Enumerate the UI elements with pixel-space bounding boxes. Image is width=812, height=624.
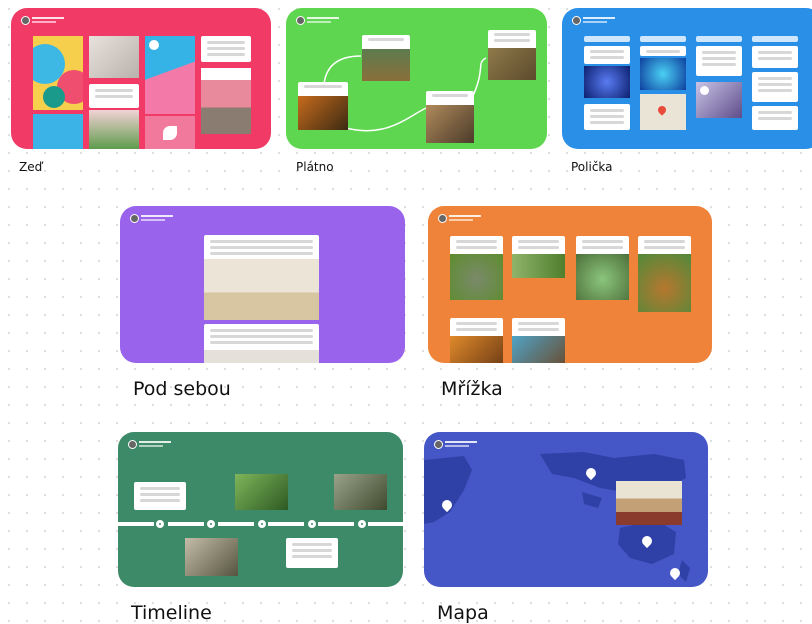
grid-post — [450, 236, 503, 300]
board-header — [128, 440, 172, 449]
shelf-column-header — [696, 36, 742, 42]
note-tile — [752, 106, 798, 130]
timeline-note — [286, 538, 338, 568]
layout-card-wall[interactable] — [11, 8, 271, 149]
map-tile — [640, 94, 686, 130]
stream-post — [204, 235, 319, 320]
layout-card-timeline[interactable] — [118, 432, 403, 587]
note-tile — [201, 36, 251, 62]
photo-tile — [201, 68, 251, 134]
shelf-column-header — [640, 36, 686, 42]
layout-label-stream: Pod sebou — [133, 378, 231, 400]
layout-card-stream[interactable] — [120, 206, 405, 363]
shelf-column-header — [752, 36, 798, 42]
photo-tile — [89, 36, 139, 78]
shelf-column-header — [584, 36, 630, 42]
map-photo — [616, 481, 682, 525]
canvas-post — [298, 82, 348, 130]
layout-card-map[interactable] — [424, 432, 708, 587]
note-tile — [584, 46, 630, 64]
timeline-photo — [235, 474, 288, 510]
video-tile — [145, 36, 195, 114]
grid-post — [450, 318, 503, 363]
map-pin-icon — [583, 465, 599, 482]
layout-label-wall: Zeď — [19, 160, 43, 174]
layout-label-grid: Mřížka — [441, 378, 503, 400]
grid-post — [576, 236, 629, 300]
timeline-marker — [205, 518, 217, 530]
canvas-post — [426, 91, 474, 143]
avatar-icon — [21, 16, 30, 25]
board-header — [572, 16, 616, 25]
timeline-note — [134, 482, 186, 510]
note-tile — [640, 46, 686, 56]
board-header — [21, 16, 65, 25]
logo-tile — [145, 116, 195, 149]
layout-card-canvas[interactable] — [286, 8, 547, 149]
pattern-tile — [33, 36, 83, 110]
color-tile — [33, 114, 83, 149]
layout-label-map: Mapa — [437, 602, 489, 624]
avatar-icon — [438, 214, 447, 223]
note-tile — [752, 46, 798, 68]
grid-post — [512, 318, 565, 363]
note-tile — [696, 46, 742, 76]
map-pin-icon — [656, 104, 668, 116]
layout-label-shelf: Polička — [571, 160, 613, 174]
video-tile — [696, 82, 742, 118]
layout-label-canvas: Plátno — [296, 160, 334, 174]
grid-post — [638, 236, 691, 312]
board-header — [130, 214, 174, 223]
timeline-photo — [185, 538, 238, 576]
board-header — [438, 214, 482, 223]
map-pin-icon — [639, 533, 655, 550]
layout-card-grid[interactable] — [428, 206, 712, 363]
layout-label-timeline: Timeline — [131, 602, 212, 624]
canvas-post — [362, 35, 410, 81]
grid-post — [512, 236, 565, 278]
avatar-icon — [130, 214, 139, 223]
play-icon — [149, 40, 159, 50]
layout-card-shelf[interactable] — [562, 8, 812, 149]
note-tile — [752, 72, 798, 102]
note-tile — [89, 84, 139, 108]
timeline-marker — [256, 518, 268, 530]
avatar-icon — [572, 16, 581, 25]
note-tile — [584, 104, 630, 130]
photo-tile — [89, 110, 139, 149]
timeline-marker — [356, 518, 368, 530]
timeline-marker — [306, 518, 318, 530]
avatar-icon — [128, 440, 137, 449]
timeline-marker — [154, 518, 166, 530]
play-icon — [700, 86, 709, 95]
canvas-post — [488, 30, 536, 80]
stream-post — [204, 324, 319, 363]
map-pin-icon — [439, 497, 455, 514]
map-pin-icon — [667, 565, 683, 582]
photo-tile — [584, 66, 630, 98]
timeline-photo — [334, 474, 387, 510]
photo-tile — [640, 58, 686, 90]
